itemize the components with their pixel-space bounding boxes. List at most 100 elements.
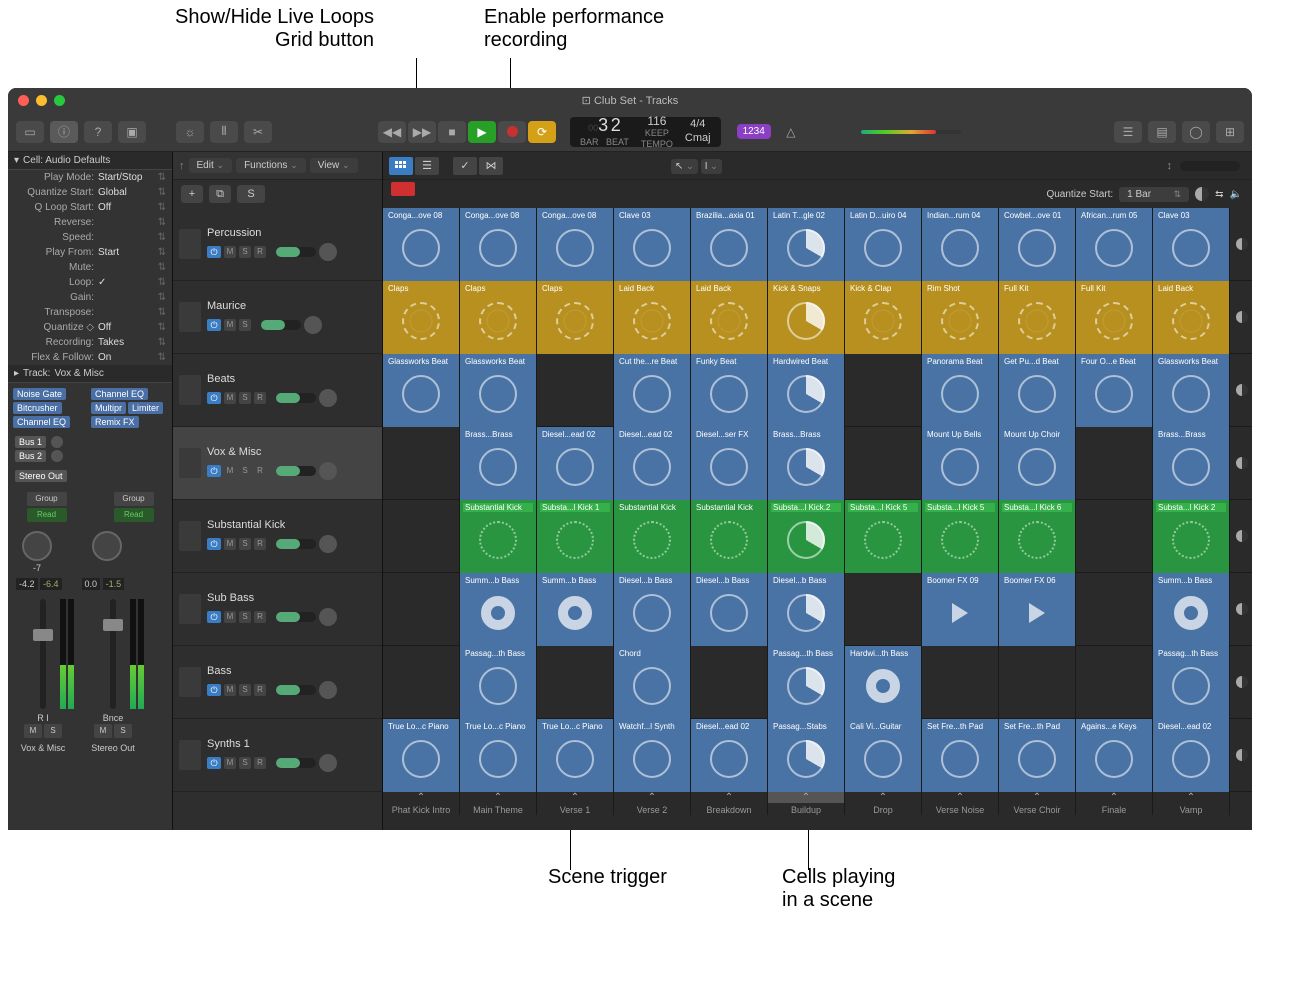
empty-cell[interactable]: [999, 646, 1076, 719]
power-button[interactable]: ⏻: [207, 392, 221, 404]
performance-record-button[interactable]: [391, 182, 415, 196]
loop-cell[interactable]: Passag...th Bass: [768, 646, 845, 719]
loop-cell[interactable]: Passag...th Bass: [1153, 646, 1230, 719]
inspector-row[interactable]: Transpose:⇅: [8, 305, 172, 320]
pan-knob[interactable]: [319, 608, 337, 626]
scene-label[interactable]: Phat Kick Intro: [383, 803, 460, 815]
loop-cell[interactable]: Latin D...uiro 04: [845, 208, 922, 281]
divider-icon[interactable]: [1195, 187, 1209, 201]
pan-knob[interactable]: [319, 754, 337, 772]
loop-cell[interactable]: Laid Back: [1153, 281, 1230, 354]
loop-cell[interactable]: Passag...th Bass: [460, 646, 537, 719]
automation-button[interactable]: ✓: [453, 157, 477, 175]
power-button[interactable]: ⏻: [207, 538, 221, 550]
pan-knob[interactable]: [319, 535, 337, 553]
quantize-start-select[interactable]: 1 Bar ⇅: [1119, 187, 1189, 202]
loop-cell[interactable]: Rim Shot: [922, 281, 999, 354]
loop-cell[interactable]: Clave 03: [1153, 208, 1230, 281]
scene-label[interactable]: Verse Noise: [922, 803, 999, 815]
loop-cell[interactable]: Substa...l Kick 5: [845, 500, 922, 573]
lcd-display[interactable]: 003 2BAR BEAT 116KEEPTEMPO 4/4Cmaj: [570, 117, 721, 147]
track-header[interactable]: Substantial Kick⏻MSR: [173, 500, 382, 573]
text-tool[interactable]: I ⌄: [701, 159, 722, 174]
pointer-tool[interactable]: ↖ ⌄: [671, 159, 698, 174]
empty-cell[interactable]: [383, 646, 460, 719]
volume-slider[interactable]: [276, 247, 316, 257]
scene-label[interactable]: Breakdown: [691, 803, 768, 815]
loop-cell[interactable]: Substa...l Kick.2: [768, 500, 845, 573]
loop-cell[interactable]: Set Fre...th Pad: [999, 719, 1076, 792]
loop-cell[interactable]: African...rum 05: [1076, 208, 1153, 281]
inspector-row[interactable]: Mute:⇅: [8, 260, 172, 275]
loop-cell[interactable]: Conga...ove 08: [460, 208, 537, 281]
channel-fader-r[interactable]: BnceMSStereo Out: [88, 595, 138, 753]
power-button[interactable]: ⏻: [207, 246, 221, 258]
scene-trigger[interactable]: ⌃: [614, 792, 691, 803]
inspector-row[interactable]: Speed:⇅: [8, 230, 172, 245]
edit-menu[interactable]: Edit ⌄: [189, 158, 233, 173]
list-editors-icon[interactable]: ☰: [1114, 121, 1142, 143]
solo-button[interactable]: S: [237, 185, 265, 203]
loop-cell[interactable]: Conga...ove 08: [383, 208, 460, 281]
row-trigger[interactable]: [1232, 208, 1252, 281]
loop-cell[interactable]: Full Kit: [1076, 281, 1153, 354]
loop-cell[interactable]: Brass...Brass: [768, 427, 845, 500]
track-header[interactable]: Vox & Misc⏻MSR: [173, 427, 382, 500]
loop-cell[interactable]: Diesel...ead 02: [691, 719, 768, 792]
inspector-row[interactable]: Play Mode:Start/Stop⇅: [8, 170, 172, 185]
inspector-row[interactable]: Flex & Follow:On⇅: [8, 350, 172, 365]
channel-fader-l[interactable]: R IMSVox & Misc: [18, 595, 68, 753]
solo-button[interactable]: S: [239, 319, 251, 331]
loop-cell[interactable]: Summ...b Bass: [1153, 573, 1230, 646]
loop-cell[interactable]: Brass...Brass: [1153, 427, 1230, 500]
add-track-button[interactable]: +: [181, 185, 203, 203]
loop-cell[interactable]: Conga...ove 08: [537, 208, 614, 281]
mute-button[interactable]: M: [224, 465, 236, 477]
power-button[interactable]: ⏻: [207, 757, 221, 769]
loop-cell[interactable]: Glassworks Beat: [1153, 354, 1230, 427]
inspector-row[interactable]: Q Loop Start:Off⇅: [8, 200, 172, 215]
loop-cell[interactable]: Kick & Snaps: [768, 281, 845, 354]
loop-cell[interactable]: True Lo...c Piano: [460, 719, 537, 792]
flex-button[interactable]: ⋈: [479, 157, 503, 175]
loop-cell[interactable]: Laid Back: [691, 281, 768, 354]
loop-cell[interactable]: Clave 03: [614, 208, 691, 281]
volume-slider[interactable]: [276, 539, 316, 549]
inspector-row[interactable]: Loop:✓⇅: [8, 275, 172, 290]
loop-cell[interactable]: Cali Vi...Guitar: [845, 719, 922, 792]
empty-cell[interactable]: [537, 646, 614, 719]
rewind-button[interactable]: ◀◀: [378, 121, 406, 143]
empty-cell[interactable]: [1076, 646, 1153, 719]
loop-cell[interactable]: Boomer FX 06: [999, 573, 1076, 646]
solo-button[interactable]: S: [239, 392, 251, 404]
loop-cell[interactable]: Summ...b Bass: [537, 573, 614, 646]
loop-cell[interactable]: Four O...e Beat: [1076, 354, 1153, 427]
forward-button[interactable]: ▶▶: [408, 121, 436, 143]
smart-controls-icon[interactable]: ☼: [176, 121, 204, 143]
pan-knob-r[interactable]: [92, 531, 122, 561]
loop-cell[interactable]: Claps: [537, 281, 614, 354]
zoom-slider[interactable]: [1180, 161, 1240, 171]
inspector-button[interactable]: ⓘ: [50, 121, 78, 143]
loop-cell[interactable]: Chord: [614, 646, 691, 719]
loop-cell[interactable]: Latin T...gle 02: [768, 208, 845, 281]
loop-cell[interactable]: Diesel...b Bass: [614, 573, 691, 646]
mute-button[interactable]: M: [224, 246, 236, 258]
row-trigger[interactable]: [1232, 354, 1252, 427]
loop-cell[interactable]: Glassworks Beat: [383, 354, 460, 427]
scene-trigger[interactable]: ⌃: [537, 792, 614, 803]
notes-icon[interactable]: ▤: [1148, 121, 1176, 143]
scene-label[interactable]: Drop: [845, 803, 922, 815]
empty-cell[interactable]: [845, 427, 922, 500]
scene-trigger[interactable]: ⌃: [691, 792, 768, 803]
loop-cell[interactable]: Mount Up Choir: [999, 427, 1076, 500]
loop-cell[interactable]: Glassworks Beat: [460, 354, 537, 427]
toolbar-button[interactable]: ▣: [118, 121, 146, 143]
track-header[interactable]: Sub Bass⏻MSR: [173, 573, 382, 646]
empty-cell[interactable]: [845, 573, 922, 646]
scene-label[interactable]: Buildup: [768, 803, 845, 815]
loop-cell[interactable]: Hardwi...th Bass: [845, 646, 922, 719]
group-button[interactable]: Group: [27, 492, 67, 506]
empty-cell[interactable]: [845, 354, 922, 427]
loop-cell[interactable]: Diesel...b Bass: [691, 573, 768, 646]
